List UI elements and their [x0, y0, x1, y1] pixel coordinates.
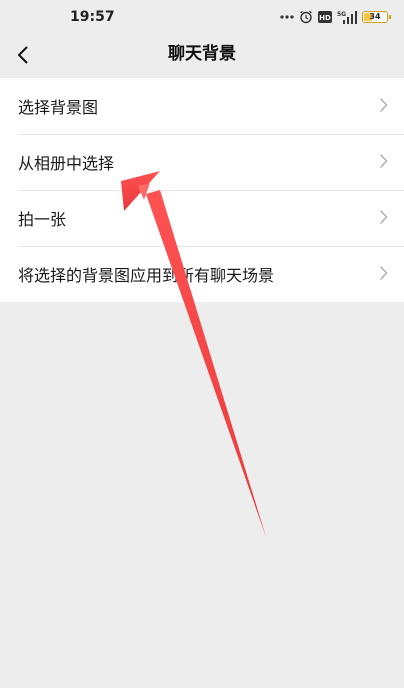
page-title: 聊天背景 — [168, 44, 236, 64]
battery-level: 34 — [369, 12, 381, 21]
signal-5g-icon: 5G — [337, 11, 357, 24]
chevron-right-icon — [379, 265, 388, 281]
chevron-right-icon — [379, 209, 388, 225]
status-time: 19:57 — [70, 9, 115, 25]
chevron-right-icon — [379, 97, 388, 113]
status-bar: 19:57 HD 5G 34 — [0, 0, 404, 34]
menu-item-select-background[interactable]: 选择背景图 — [0, 78, 404, 134]
network-label: 5G — [337, 11, 346, 18]
battery-nub — [389, 15, 391, 19]
chevron-right-icon — [379, 153, 388, 169]
menu-list: 选择背景图 从相册中选择 拍一张 将选择的背景图应用到所有聊天场景 — [0, 78, 404, 302]
menu-item-choose-from-album[interactable]: 从相册中选择 — [0, 134, 404, 190]
alarm-icon — [300, 10, 312, 24]
menu-item-take-photo[interactable]: 拍一张 — [0, 190, 404, 246]
back-button[interactable] — [8, 38, 38, 72]
nav-bar: 聊天背景 — [0, 34, 404, 76]
chevron-left-icon — [17, 46, 28, 64]
menu-item-label: 选择背景图 — [18, 98, 99, 117]
menu-item-label: 从相册中选择 — [18, 154, 115, 173]
menu-item-apply-to-all-chats[interactable]: 将选择的背景图应用到所有聊天场景 — [0, 246, 404, 302]
hd-icon: HD — [318, 11, 332, 23]
menu-item-label: 拍一张 — [18, 210, 67, 229]
status-icons: HD 5G 34 — [280, 8, 391, 26]
hd-label: HD — [319, 14, 331, 22]
menu-item-label: 将选择的背景图应用到所有聊天场景 — [18, 266, 275, 285]
battery-icon: 34 — [362, 11, 391, 23]
more-dots-icon — [280, 15, 294, 19]
